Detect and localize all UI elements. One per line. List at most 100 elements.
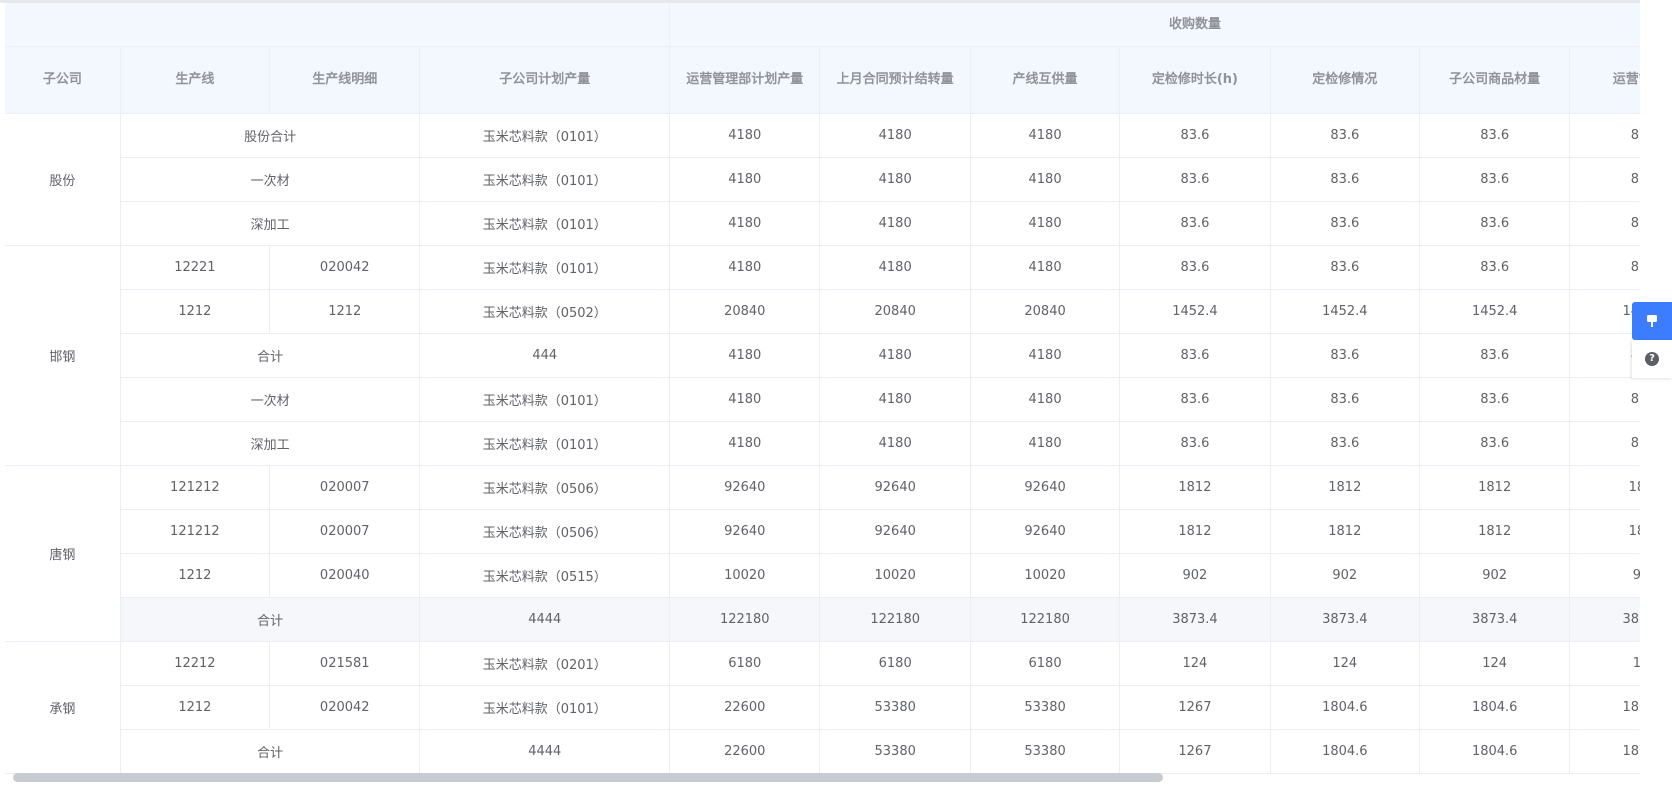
table-row[interactable]: 承钢 12212 021581 玉米芯料款（0201） 6180 6180 6180 124 1… <box>5 641 1640 774</box>
value-cell: 83.6 <box>1419 113 1571 158</box>
planned-output-cell: 玉米芯料款（0101） <box>419 245 671 290</box>
production-line-cell: 1212 <box>120 685 271 730</box>
value-cell: 83.6 <box>1270 113 1420 158</box>
company-cell: 邯钢 <box>5 245 121 466</box>
value-cell: 20840 <box>819 289 971 334</box>
value-cell: 4180 <box>970 421 1121 466</box>
value-cell: 83.6 <box>1569 421 1640 466</box>
value-cell: 1804.6 <box>1419 685 1571 730</box>
table-row[interactable]: 合计 4444 122180 122180 122180 3873.4 3873.4 3873… <box>5 597 1640 642</box>
production-line-cell: 12212 <box>120 641 271 686</box>
value-cell: 83.6 <box>1119 201 1271 246</box>
question-icon: ? <box>1645 352 1659 366</box>
value-cell: 1812 <box>1119 465 1271 510</box>
value-cell: 83.6 <box>1270 157 1420 202</box>
production-line-cell: 1212 <box>120 553 271 598</box>
production-line-cell: 股份合计 <box>120 113 421 158</box>
value-cell: 92640 <box>819 465 971 510</box>
value-cell: 1804.6 <box>1270 685 1420 730</box>
planned-output-cell: 玉米芯料款（0506） <box>419 465 671 510</box>
column-header: 子公司 <box>5 46 121 114</box>
value-cell: 83.6 <box>1419 333 1571 378</box>
value-cell: 1812 <box>1569 465 1640 510</box>
value-cell: 4180 <box>970 333 1121 378</box>
value-cell: 83.6 <box>1119 113 1271 158</box>
value-cell: 83.6 <box>1569 377 1640 422</box>
production-line-cell: 1212 <box>120 289 271 334</box>
production-line-detail-cell: 020040 <box>269 553 421 598</box>
table-row[interactable]: 深加工玉米芯料款（0101）41804180418083.683.683.683… <box>5 201 1640 246</box>
value-cell: 83.6 <box>1270 333 1420 378</box>
column-header: 运营管理部 <box>1569 46 1640 114</box>
production-line-detail-cell: 020042 <box>269 245 421 290</box>
value-cell: 4180 <box>970 157 1121 202</box>
column-header: 生产线 <box>120 46 271 114</box>
value-cell: 92640 <box>669 465 821 510</box>
value-cell: 20840 <box>970 289 1121 334</box>
planned-output-cell: 玉米芯料款（0101） <box>419 201 671 246</box>
value-cell: 53380 <box>819 685 971 730</box>
table-row[interactable]: 邯钢 12221 020042 玉米芯料款（0101） 4180 4180 4180 83.6… <box>5 245 1640 466</box>
value-cell: 92640 <box>819 509 971 554</box>
value-cell: 53380 <box>970 685 1121 730</box>
value-cell: 6180 <box>819 641 971 686</box>
column-header: 产线互供量 <box>970 46 1121 114</box>
value-cell: 83.6 <box>1119 333 1271 378</box>
value-cell: 4180 <box>669 421 821 466</box>
value-cell: 83.6 <box>1119 421 1271 466</box>
value-cell: 6180 <box>970 641 1121 686</box>
table-row[interactable]: 1212 020042 玉米芯料款（0101） 22600 53380 53380 1267… <box>5 685 1640 730</box>
table-row[interactable]: 1212 020040 玉米芯料款（0515） 10020 10020 10020 902 9… <box>5 553 1640 598</box>
purchase-quantity-table: 收购数量 子公司 生产线 生产线明细 子公司计划产量 运营管理部计划产量 上月合同预计结转… <box>5 3 1640 774</box>
value-cell: 1804.6 <box>1569 729 1640 774</box>
value-cell: 53380 <box>970 729 1121 774</box>
table-row[interactable]: 一次材玉米芯料款（0101）41804180418083.683.683.683… <box>5 377 1640 422</box>
value-cell: 6180 <box>669 641 821 686</box>
column-header: 运营管理部计划产量 <box>669 46 821 114</box>
value-cell: 1812 <box>1419 509 1571 554</box>
feedback-button[interactable] <box>1632 302 1672 340</box>
help-button[interactable]: ? <box>1632 340 1672 378</box>
table-row[interactable]: 唐钢 121212 020007 玉米芯料款（0506） 92640 92640 92640… <box>5 465 1640 642</box>
value-cell: 4180 <box>970 113 1121 158</box>
value-cell: 4180 <box>819 245 971 290</box>
table-row[interactable]: 合计444422600533805338012671804.61804.6180… <box>5 729 1640 774</box>
table-row[interactable]: 121212 020007 玉米芯料款（0506） 92640 92640 92640 18… <box>5 509 1640 554</box>
value-cell: 83.6 <box>1419 421 1571 466</box>
value-cell: 53380 <box>819 729 971 774</box>
value-cell: 4180 <box>669 377 821 422</box>
value-cell: 92640 <box>669 509 821 554</box>
header-spacer <box>5 3 671 47</box>
value-cell: 122180 <box>669 597 821 642</box>
horizontal-scrollbar[interactable] <box>13 773 1163 782</box>
value-cell: 83.6 <box>1119 157 1271 202</box>
data-table-viewport[interactable]: 收购数量 子公司 生产线 生产线明细 子公司计划产量 运营管理部计划产量 上月合同预计结转… <box>5 3 1640 774</box>
production-line-cell: 深加工 <box>120 201 421 246</box>
table-row[interactable]: 合计44441804180418083.683.683.683.6 <box>5 333 1640 378</box>
value-cell: 4180 <box>669 245 821 290</box>
value-cell: 4180 <box>819 333 971 378</box>
value-cell: 902 <box>1270 553 1420 598</box>
table-row[interactable]: 1212 1212 玉米芯料款（0502） 20840 20840 20840 1452.4… <box>5 289 1640 334</box>
value-cell: 1812 <box>1270 509 1420 554</box>
table-row[interactable]: 一次材玉米芯料款（0101）41804180418083.683.683.683… <box>5 157 1640 202</box>
planned-output-cell: 玉米芯料款（0515） <box>419 553 671 598</box>
production-line-detail-cell: 020007 <box>269 509 421 554</box>
production-line-cell: 121212 <box>120 465 271 510</box>
value-cell: 902 <box>1569 553 1640 598</box>
value-cell: 92640 <box>970 509 1121 554</box>
production-line-cell: 12221 <box>120 245 271 290</box>
value-cell: 1804.6 <box>1569 685 1640 730</box>
production-line-detail-cell: 020007 <box>269 465 421 510</box>
column-header: 子公司计划产量 <box>419 46 671 114</box>
value-cell: 3873.4 <box>1419 597 1571 642</box>
right-gutter <box>1640 0 1672 789</box>
table-row[interactable]: 深加工玉米芯料款（0101）41804180418083.683.683.683… <box>5 421 1640 466</box>
value-cell: 83.6 <box>1569 113 1640 158</box>
planned-output-cell: 玉米芯料款（0201） <box>419 641 671 686</box>
table-row[interactable]: 股份 股份合计 玉米芯料款（0101） 4180 4180 4180 83.6 83.6 83.… <box>5 113 1640 246</box>
value-cell: 83.6 <box>1270 421 1420 466</box>
value-cell: 1804.6 <box>1270 729 1420 774</box>
planned-output-cell: 玉米芯料款（0101） <box>419 685 671 730</box>
value-cell: 3873.4 <box>1270 597 1420 642</box>
